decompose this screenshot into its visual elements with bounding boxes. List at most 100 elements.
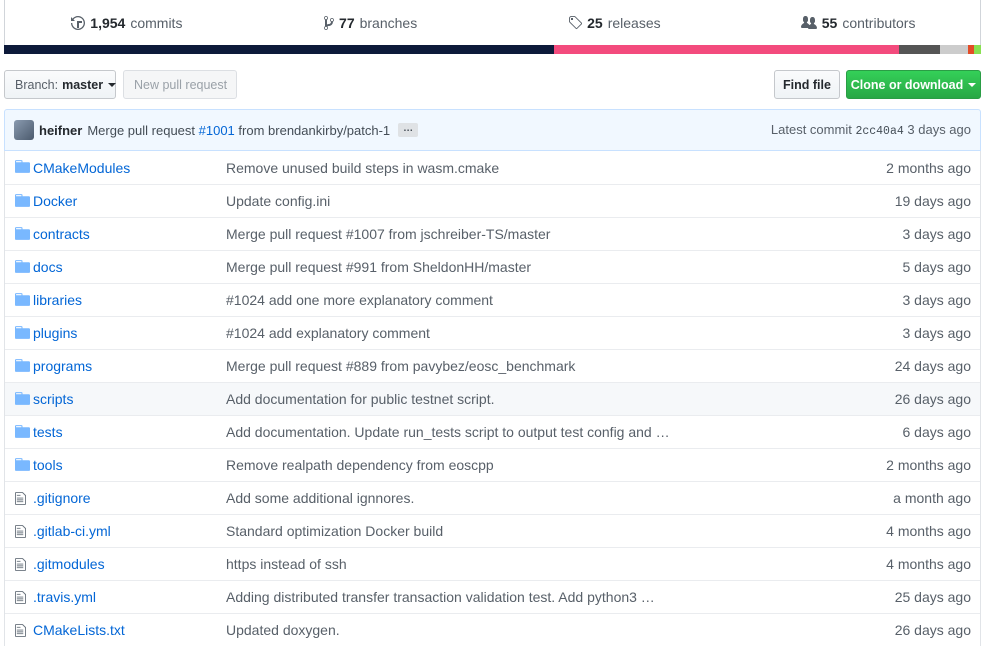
releases-label: releases — [607, 15, 661, 31]
file-commit-age: 3 days ago — [902, 325, 972, 341]
file-commit-message-link[interactable]: Add documentation for public testnet scr… — [226, 391, 686, 407]
file-row: Docker Update config.ini 19 days ago — [5, 184, 980, 217]
file-row: docs Merge pull request #991 from Sheldon… — [5, 250, 980, 283]
file-commit-message-link[interactable]: Merge pull request #991 from SheldonHH/m… — [226, 259, 686, 275]
folder-icon — [15, 227, 31, 241]
clone-or-download-button[interactable]: Clone or download — [846, 70, 981, 99]
commits-label: commits — [130, 15, 183, 31]
dropdown-caret-icon — [108, 82, 117, 87]
file-icon — [15, 491, 31, 505]
file-name-link[interactable]: .gitlab-ci.yml — [33, 523, 111, 539]
folder-icon — [15, 194, 31, 208]
language-segment[interactable] — [974, 45, 981, 54]
file-name-link[interactable]: CMakeLists.txt — [33, 622, 125, 638]
folder-icon — [15, 260, 31, 274]
language-segment[interactable] — [554, 45, 899, 54]
file-commit-age: 25 days ago — [894, 589, 971, 605]
file-name-link[interactable]: .gitmodules — [33, 556, 105, 572]
file-row: .travis.yml Adding distributed transfer t… — [5, 580, 980, 613]
file-commit-message-link[interactable]: Update config.ini — [226, 193, 686, 209]
file-commit-message-link[interactable]: Merge pull request #1007 from jschreiber… — [226, 226, 686, 242]
folder-icon — [15, 160, 31, 174]
language-segment[interactable] — [898, 45, 940, 54]
contributors-count: 55 — [821, 15, 838, 31]
file-commit-age: 19 days ago — [894, 193, 971, 209]
file-navigation-toolbar: Branch: master New pull request Find fil… — [4, 70, 981, 99]
file-name-link[interactable]: .gitignore — [33, 490, 91, 506]
contributors-link[interactable]: 55 contributors — [736, 0, 980, 46]
repo-summary-bar: 1,954 commits 77 branches 25 releases 55… — [4, 0, 981, 46]
folder-icon — [15, 458, 31, 472]
avatar[interactable] — [14, 120, 34, 140]
folder-icon — [15, 326, 31, 340]
language-bar[interactable] — [4, 45, 981, 54]
language-segment[interactable] — [939, 45, 969, 54]
file-row: plugins #1024 add explanatory comment 3 da… — [5, 316, 980, 349]
file-commit-message-link[interactable]: Remove unused build steps in wasm.cmake — [226, 160, 686, 176]
file-commit-message-link[interactable]: Adding distributed transfer transaction … — [226, 589, 686, 605]
branch-icon — [324, 15, 335, 30]
latest-commit-info: Latest commit 2cc40a4 3 days ago — [771, 122, 971, 138]
file-commit-age: 24 days ago — [894, 358, 971, 374]
file-name-link[interactable]: contracts — [33, 226, 90, 242]
find-file-button[interactable]: Find file — [774, 70, 840, 99]
pull-request-link[interactable]: #1001 — [199, 123, 235, 138]
folder-icon — [15, 359, 31, 373]
folder-icon — [15, 425, 31, 439]
history-icon — [71, 16, 86, 30]
releases-link[interactable]: 25 releases — [493, 0, 737, 46]
people-icon — [800, 16, 817, 29]
dropdown-caret-icon — [968, 82, 977, 87]
branches-label: branches — [359, 15, 418, 31]
file-name-link[interactable]: libraries — [33, 292, 82, 308]
file-row: .gitignore Add some additional ignnores. a… — [5, 481, 980, 514]
file-name-link[interactable]: Docker — [33, 193, 77, 209]
file-commit-age: 6 days ago — [902, 424, 972, 440]
branches-count: 77 — [339, 15, 355, 31]
file-commit-age: 26 days ago — [894, 622, 971, 638]
commit-message-prefix: Merge pull request — [87, 122, 196, 138]
file-commit-message-link[interactable]: https instead of ssh — [226, 556, 686, 572]
latest-commit-age: 3 days ago — [907, 122, 971, 137]
file-icon — [15, 557, 31, 571]
file-row: CMakeModules Remove unused build steps in… — [5, 151, 980, 184]
file-row: tests Add documentation. Update run_tests… — [5, 415, 980, 448]
file-commit-message-link[interactable]: #1024 add explanatory comment — [226, 325, 686, 341]
file-commit-message-link[interactable]: Standard optimization Docker build — [226, 523, 686, 539]
branch-select-button[interactable]: Branch: master — [4, 70, 117, 99]
file-commit-message-link[interactable]: Add some additional ignnores. — [226, 490, 686, 506]
commit-sha-link[interactable]: 2cc40a4 — [855, 125, 903, 138]
file-row: .gitlab-ci.yml Standard optimization Dock… — [5, 514, 980, 547]
file-name-link[interactable]: scripts — [33, 391, 73, 407]
commit-message-suffix: from brendankirby/patch-1 — [238, 122, 391, 138]
branches-link[interactable]: 77 branches — [249, 0, 493, 46]
file-row: scripts Add documentation for public test… — [5, 382, 980, 415]
expand-commit-message-button[interactable]: … — [398, 123, 419, 137]
contributors-label: contributors — [842, 15, 916, 31]
latest-commit-label: Latest commit — [770, 122, 852, 137]
file-name-link[interactable]: tools — [33, 457, 63, 473]
file-commit-age: 2 months ago — [886, 457, 971, 473]
file-name-link[interactable]: CMakeModules — [33, 160, 130, 176]
file-name-link[interactable]: plugins — [33, 325, 77, 341]
file-commit-message-link[interactable]: Updated doxygen. — [226, 622, 686, 638]
file-commit-message-link[interactable]: #1024 add one more explanatory comment — [226, 292, 686, 308]
file-icon — [15, 590, 31, 604]
file-name-link[interactable]: tests — [33, 424, 63, 440]
file-list: CMakeModules Remove unused build steps in… — [4, 151, 981, 646]
file-commit-age: 4 months ago — [886, 523, 971, 539]
file-commit-message-link[interactable]: Merge pull request #889 from pavybez/eos… — [226, 358, 686, 374]
new-pull-request-button[interactable]: New pull request — [123, 70, 237, 99]
file-name-link[interactable]: .travis.yml — [33, 589, 96, 605]
commits-link[interactable]: 1,954 commits — [5, 0, 249, 46]
commit-message: Merge pull request #1001 from brendankir… — [87, 123, 390, 138]
branch-prefix-label: Branch: — [15, 77, 59, 92]
language-segment[interactable] — [4, 45, 555, 54]
file-name-link[interactable]: docs — [33, 259, 63, 275]
commit-author-link[interactable]: heifner — [39, 123, 82, 138]
file-row: CMakeLists.txt Updated doxygen. 26 days ag… — [5, 613, 980, 646]
file-commit-message-link[interactable]: Remove realpath dependency from eoscpp — [226, 457, 686, 473]
file-commit-message-link[interactable]: Add documentation. Update run_tests scri… — [226, 424, 686, 440]
file-commit-age: 5 days ago — [902, 259, 972, 275]
file-name-link[interactable]: programs — [33, 358, 92, 374]
